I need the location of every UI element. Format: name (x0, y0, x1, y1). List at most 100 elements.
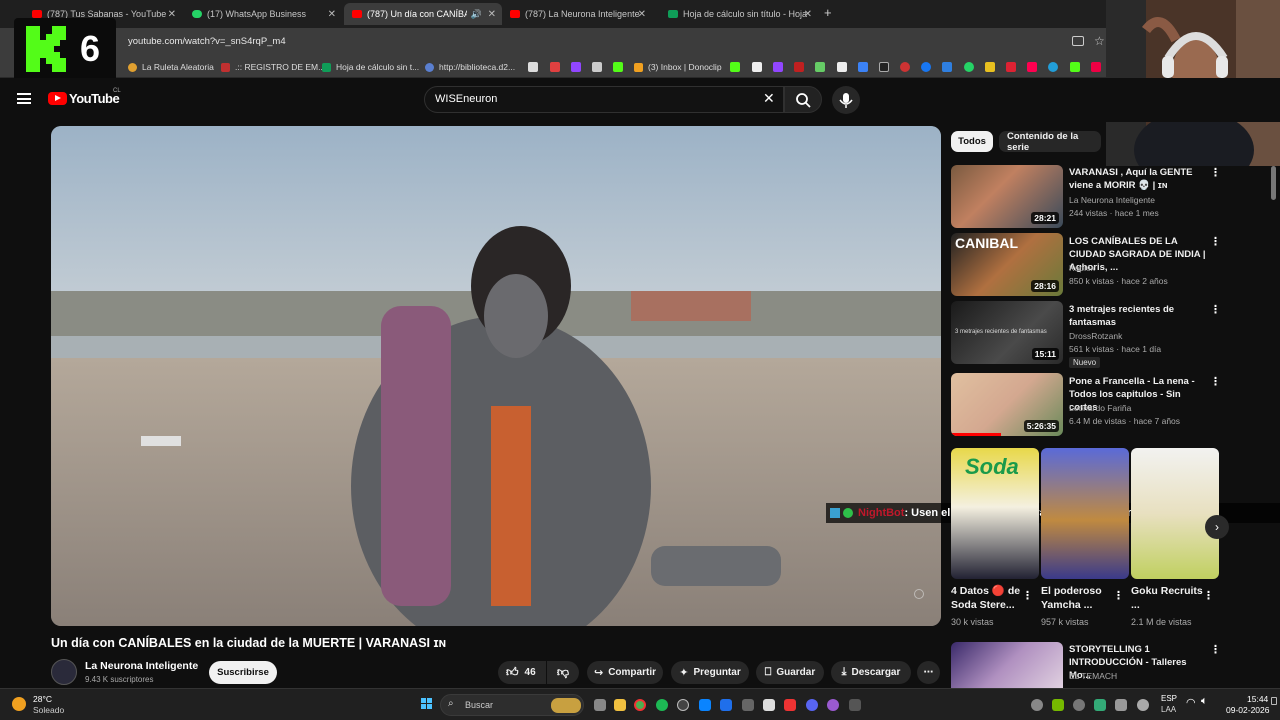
bookmark-icon[interactable] (837, 62, 847, 72)
channel-avatar[interactable] (51, 659, 77, 685)
close-icon[interactable]: ✕ (804, 9, 812, 20)
wifi-icon[interactable]: ◠ (1186, 696, 1196, 709)
bookmark-item[interactable]: Hoja de cálculo sin t... (322, 60, 419, 74)
sidebar-scrollbar[interactable] (1271, 166, 1276, 200)
tray-icon[interactable] (1073, 699, 1085, 711)
twitch-icon[interactable] (773, 62, 783, 72)
short-title[interactable]: El poderoso Yamcha ... (1041, 584, 1113, 612)
tray-icon[interactable] (1094, 699, 1106, 711)
recommendation-title[interactable]: VARANASI , Aquí la GENTE viene a MORIR 💀… (1069, 166, 1209, 192)
task-view-icon[interactable] (594, 699, 606, 711)
app-icon[interactable] (849, 699, 861, 711)
voice-search-button[interactable] (832, 86, 860, 114)
browser-tab[interactable]: (17) WhatsApp Business ✕ (184, 3, 342, 25)
browser-tab[interactable]: (787) La Neurona Inteligente - Y ✕ (502, 3, 652, 25)
share-button[interactable]: ↪ Compartir (587, 661, 663, 684)
bookmark-icon[interactable] (858, 62, 868, 72)
clear-search-icon[interactable]: ✕ (763, 90, 775, 107)
subscribe-button[interactable]: Suscribirse (209, 661, 277, 684)
browser-tab[interactable]: Hoja de cálculo sin título - Hoja ✕ (660, 3, 818, 25)
channel-name[interactable]: La Neurona Inteligente (85, 660, 198, 672)
clock-time[interactable]: 15:44 (1247, 694, 1268, 704)
bookmark-item[interactable]: http://biblioteca.d2... (425, 60, 515, 74)
chip-series[interactable]: Contenido de la serie (999, 131, 1101, 153)
short-title[interactable]: Goku Recruits ... (1131, 584, 1203, 612)
tray-icon[interactable] (1115, 699, 1127, 711)
video-thumbnail[interactable]: CANIBAL 28:16 (951, 233, 1063, 296)
shorts-next-button[interactable]: › (1205, 515, 1229, 539)
url-field[interactable]: youtube.com/watch?v=_snS4rqP_m4 (120, 33, 1080, 51)
more-options-icon[interactable]: ⋮ (1113, 590, 1124, 602)
volume-icon[interactable]: 🔈︎ (1201, 695, 1208, 708)
bookmark-icon[interactable] (879, 62, 889, 72)
whatsapp-icon[interactable] (964, 62, 974, 72)
video-thumbnail[interactable]: 28:21 (951, 165, 1063, 228)
obs-icon[interactable] (677, 699, 689, 711)
recommendation-channel[interactable]: La Neurona Inteligente (1069, 195, 1155, 205)
video-thumbnail[interactable]: 3 metrajes recientes de fantasmas 15:11 (951, 301, 1063, 364)
app-icon[interactable] (763, 699, 775, 711)
tray-icon[interactable] (1031, 699, 1043, 711)
twitch-icon[interactable] (571, 62, 581, 72)
like-button[interactable]: 👍︎ 46 (498, 661, 546, 684)
short-title[interactable]: 4 Datos 🔴 de Soda Stere... (951, 584, 1023, 612)
telegram-icon[interactable] (1048, 62, 1058, 72)
close-icon[interactable]: ✕ (328, 9, 336, 20)
bookmark-icon[interactable] (942, 62, 952, 72)
install-icon[interactable] (1072, 36, 1084, 46)
spotify-icon[interactable] (656, 699, 668, 711)
more-options-icon[interactable]: ⋮ (1210, 304, 1221, 316)
short-thumbnail[interactable] (1041, 448, 1129, 579)
bookmark-icon[interactable] (1091, 62, 1101, 72)
video-thumbnail[interactable]: 5:26:35 (951, 373, 1063, 436)
bookmark-icon[interactable] (592, 62, 602, 72)
bookmark-icon[interactable] (730, 62, 740, 72)
recommendation-channel[interactable]: EL TEMACH (1069, 671, 1117, 681)
recommendation-channel[interactable]: Leonardo Fariña (1069, 403, 1131, 413)
more-options-icon[interactable]: ⋮ (1022, 590, 1033, 602)
more-options-icon[interactable]: ⋮ (1210, 167, 1221, 179)
language-indicator[interactable]: ESP (1161, 694, 1177, 703)
save-button[interactable]: ⎕ Guardar (756, 661, 824, 684)
close-icon[interactable]: ✕ (488, 9, 496, 20)
bookmark-icon[interactable] (528, 62, 538, 72)
discord-icon[interactable] (806, 699, 818, 711)
clock-date[interactable]: 09-02-2026 (1226, 705, 1269, 715)
keyboard-layout[interactable]: LAA (1161, 705, 1176, 714)
short-thumbnail[interactable] (1131, 448, 1219, 579)
youtube-logo-text[interactable]: YouTube (69, 91, 120, 106)
microphone-icon[interactable] (1137, 699, 1149, 711)
recommendation-channel[interactable]: DrossRotzank (1069, 331, 1122, 341)
weather-condition[interactable]: Soleado (33, 705, 64, 715)
recommendation-channel[interactable]: Kapiéx (1069, 263, 1095, 273)
new-tab-button[interactable]: + (824, 5, 832, 20)
windows-start-icon[interactable] (421, 698, 433, 710)
chrome-icon[interactable] (634, 699, 646, 711)
app-icon[interactable] (720, 699, 732, 711)
chip-all[interactable]: Todos (951, 131, 993, 152)
more-options-icon[interactable]: ⋮ (1203, 590, 1214, 602)
more-options-icon[interactable]: ⋮ (1210, 644, 1221, 656)
bookmark-icon[interactable] (900, 62, 910, 72)
dislike-button[interactable]: 👎︎ (547, 661, 579, 684)
bookmark-item[interactable]: (3) Inbox | Donoclip (634, 60, 722, 74)
notification-icon[interactable] (1271, 697, 1277, 705)
close-icon[interactable]: ✕ (168, 9, 176, 20)
bookmark-icon[interactable] (794, 62, 804, 72)
menu-icon[interactable] (17, 93, 31, 104)
star-icon[interactable]: ☆ (1094, 34, 1105, 48)
more-actions-button[interactable]: ⋯ (917, 661, 940, 684)
steam-icon[interactable] (742, 699, 754, 711)
download-button[interactable]: ⤓ Descargar (831, 661, 911, 684)
app-icon[interactable] (784, 699, 796, 711)
bookmark-icon[interactable] (1027, 62, 1037, 72)
bookmark-item[interactable]: .:: REGISTRO DE EM... (221, 60, 325, 74)
sun-icon[interactable] (12, 697, 26, 711)
taskbar-search[interactable]: ⌕ Buscar (440, 694, 584, 716)
short-thumbnail[interactable]: Soda (951, 448, 1039, 579)
nvidia-icon[interactable] (1052, 699, 1064, 711)
weather-temp[interactable]: 28°C (33, 694, 52, 704)
file-explorer-icon[interactable] (614, 699, 626, 711)
messenger-icon[interactable] (921, 62, 931, 72)
more-options-icon[interactable]: ⋮ (1210, 236, 1221, 248)
